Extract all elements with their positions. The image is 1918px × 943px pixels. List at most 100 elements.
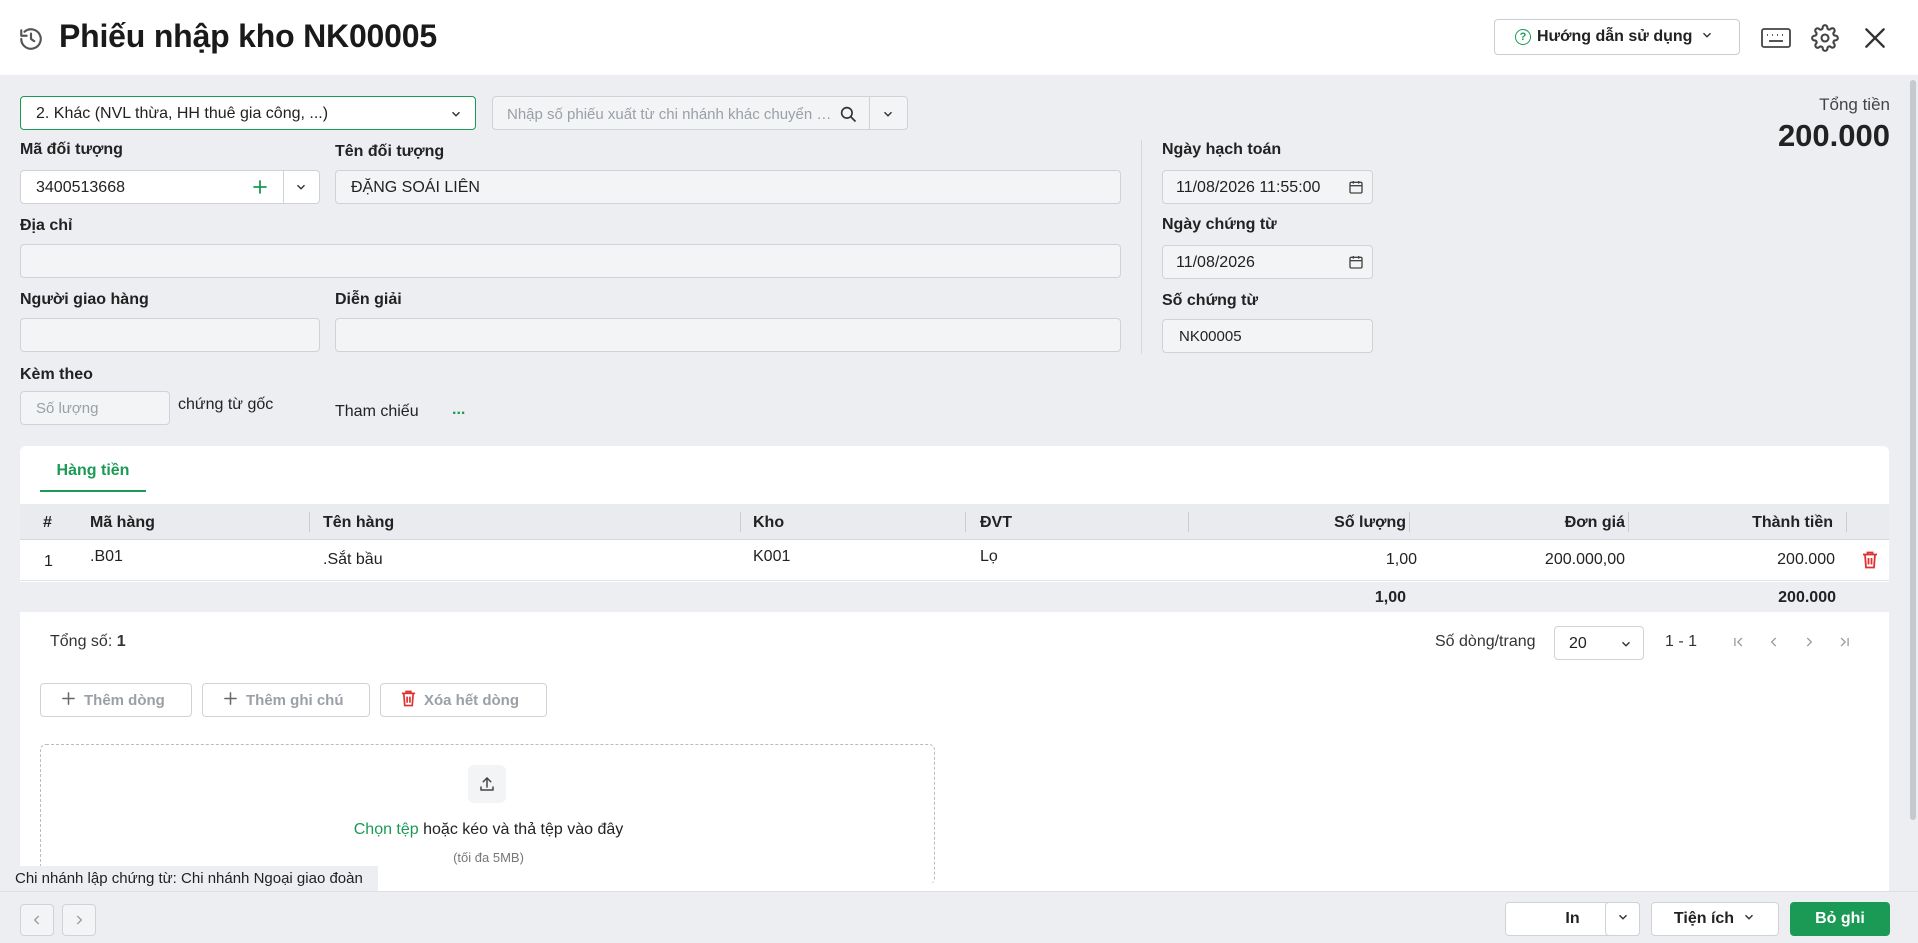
- total-count-value: 1: [116, 633, 126, 650]
- trash-icon: [401, 690, 416, 711]
- chevron-down-icon: [1700, 28, 1714, 47]
- first-page-icon[interactable]: [1729, 632, 1749, 652]
- chevron-down-icon[interactable]: [881, 107, 895, 125]
- nguoi-giao-input[interactable]: [20, 318, 320, 352]
- ten-doi-tuong-input[interactable]: ĐẶNG SOÁI LIÊN: [335, 170, 1121, 204]
- table-header: # Mã hàng Tên hàng Kho ĐVT Số lượng Đơn …: [20, 504, 1889, 540]
- scrollbar-thumb[interactable]: [1910, 80, 1916, 820]
- utility-button[interactable]: Tiện ích: [1651, 902, 1779, 936]
- cell-index: 1: [44, 553, 53, 570]
- divider: [1628, 512, 1629, 532]
- detail-card: Hàng tiền # Mã hàng Tên hàng Kho ĐVT Số …: [20, 446, 1889, 896]
- ngay-hach-toan-value: 11/08/2026 11:55:00: [1176, 179, 1321, 196]
- calendar-icon[interactable]: [1348, 254, 1364, 275]
- cell-so-luong[interactable]: 1,00: [1386, 540, 1417, 569]
- divider: [283, 171, 284, 203]
- delete-all-label: Xóa hết dòng: [424, 691, 519, 709]
- total-label: Tổng tiền: [1819, 95, 1890, 114]
- tham-chieu-more-button[interactable]: ...: [452, 401, 465, 419]
- divider: [1188, 512, 1189, 532]
- ten-doi-tuong-label: Tên đối tượng: [335, 143, 445, 160]
- cell-don-gia[interactable]: 200.000,00: [1545, 540, 1625, 569]
- bottom-toolbar: In Tiện ích Bỏ ghi: [0, 891, 1918, 943]
- delete-row-icon[interactable]: [1862, 551, 1878, 574]
- cell-thanh-tien[interactable]: 200.000: [1777, 540, 1835, 569]
- choose-file-link[interactable]: Chọn tệp: [354, 821, 419, 838]
- branch-info: Chi nhánh lập chứng từ: Chi nhánh Ngoại …: [0, 866, 378, 892]
- dien-giai-input[interactable]: [335, 318, 1121, 352]
- cell-kho[interactable]: K001: [753, 540, 790, 566]
- dia-chi-input[interactable]: [20, 244, 1121, 278]
- ngay-hach-toan-label: Ngày hạch toán: [1162, 141, 1282, 158]
- plus-icon: [61, 691, 76, 710]
- cell-dvt[interactable]: Lọ: [980, 540, 998, 566]
- rows-per-page-select[interactable]: 20: [1554, 626, 1644, 660]
- add-row-button[interactable]: Thêm dòng: [40, 683, 192, 717]
- divider: [740, 512, 741, 532]
- next-page-icon[interactable]: [1799, 632, 1819, 652]
- ngay-chung-tu-input[interactable]: 11/08/2026: [1162, 245, 1373, 279]
- ngay-hach-toan-input[interactable]: 11/08/2026 11:55:00: [1162, 170, 1373, 204]
- so-chung-tu-value: NK00005: [1179, 328, 1242, 345]
- nguoi-giao-label: Người giao hàng: [20, 291, 149, 308]
- column-header: Mã hàng: [90, 514, 155, 531]
- cell-ma-hang[interactable]: .B01: [90, 540, 123, 566]
- page-title: Phiếu nhập kho NK00005: [59, 18, 437, 54]
- delete-all-rows-button[interactable]: Xóa hết dòng: [380, 683, 547, 717]
- print-dropdown-button[interactable]: [1605, 902, 1640, 936]
- search-placeholder: Nhập số phiếu xuất từ chi nhánh khác chu…: [507, 106, 833, 123]
- total-count-label: Tổng số:: [50, 633, 113, 650]
- add-note-label: Thêm ghi chú: [246, 691, 344, 709]
- column-header: Kho: [753, 514, 785, 531]
- ngay-chung-tu-label: Ngày chứng từ: [1162, 216, 1277, 233]
- divider: [309, 512, 310, 532]
- upload-icon: [468, 765, 506, 803]
- so-luong-input[interactable]: Số lượng: [20, 391, 170, 425]
- divider: [965, 512, 966, 532]
- column-header: Tên hàng: [323, 514, 395, 531]
- transfer-search-input[interactable]: Nhập số phiếu xuất từ chi nhánh khác chu…: [492, 96, 908, 130]
- table-footer: Tổng số: 1 Số dòng/trang 20 1 - 1: [20, 612, 1889, 674]
- divider: [869, 97, 870, 129]
- save-button[interactable]: Bỏ ghi: [1790, 902, 1890, 936]
- utility-label: Tiện ích: [1673, 910, 1735, 927]
- add-note-button[interactable]: Thêm ghi chú: [202, 683, 370, 717]
- ma-doi-tuong-value: 3400513668: [36, 179, 125, 196]
- cell-ten-hang[interactable]: .Sắt bầu: [323, 540, 383, 569]
- keyboard-icon[interactable]: [1760, 22, 1792, 54]
- help-icon: ?: [1515, 29, 1531, 45]
- table-row[interactable]: 1 .B01 .Sắt bầu K001 Lọ 1,00 200.000,00 …: [20, 540, 1889, 581]
- so-chung-tu-input[interactable]: NK00005: [1162, 319, 1373, 353]
- close-icon[interactable]: [1859, 22, 1891, 54]
- guide-label: Hướng dẫn sử dụng: [1537, 28, 1693, 45]
- kem-theo-label: Kèm theo: [20, 366, 93, 383]
- guide-button[interactable]: ? Hướng dẫn sử dụng: [1494, 19, 1740, 55]
- dien-giai-label: Diễn giải: [335, 291, 402, 308]
- divider: [1409, 512, 1410, 532]
- calendar-icon[interactable]: [1348, 179, 1364, 200]
- gear-icon[interactable]: [1809, 22, 1841, 54]
- tab-hang-tien[interactable]: Hàng tiền: [40, 446, 146, 492]
- tham-chieu-label: Tham chiếu: [335, 403, 419, 420]
- divider: [1141, 140, 1142, 354]
- ma-doi-tuong-input[interactable]: 3400513668: [20, 170, 320, 204]
- table-summary-row: 1,00 200.000: [20, 582, 1889, 612]
- next-record-button[interactable]: [62, 904, 96, 936]
- search-icon[interactable]: [839, 105, 857, 127]
- file-upload-dropzone[interactable]: Chọn tệp hoặc kéo và thả tệp vào đây (tố…: [40, 744, 935, 884]
- chevron-down-icon: [1616, 910, 1630, 929]
- chevron-down-icon: [1619, 637, 1633, 656]
- last-page-icon[interactable]: [1834, 632, 1854, 652]
- add-icon[interactable]: [251, 178, 269, 201]
- page-range: 1 - 1: [1665, 633, 1698, 650]
- prev-record-button[interactable]: [20, 904, 54, 936]
- so-chung-tu-label: Số chứng từ: [1162, 292, 1259, 309]
- chevron-down-icon[interactable]: [294, 180, 308, 199]
- total-count: Tổng số: 1: [50, 633, 126, 651]
- voucher-type-select[interactable]: 2. Khác (NVL thừa, HH thuê gia công, ...…: [20, 96, 476, 130]
- history-icon[interactable]: [18, 26, 44, 52]
- sum-thanh-tien: 200.000: [1778, 589, 1836, 606]
- prev-page-icon[interactable]: [1764, 632, 1784, 652]
- upload-instruction: hoặc kéo và thả tệp vào đây: [418, 821, 624, 838]
- column-header: #: [43, 514, 52, 531]
